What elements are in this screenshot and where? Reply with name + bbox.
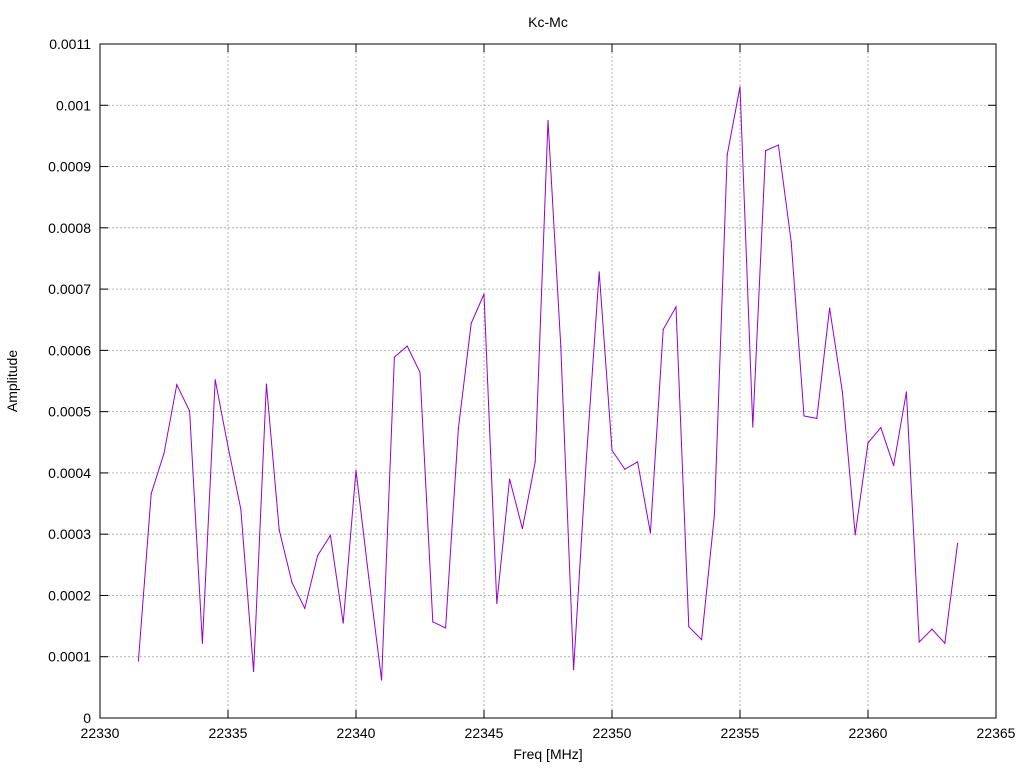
x-tick-label: 22360 bbox=[849, 725, 888, 741]
data-point bbox=[355, 469, 357, 472]
data-point bbox=[957, 542, 959, 544]
data-point bbox=[739, 86, 741, 88]
y-tick-label: 0.0001 bbox=[48, 649, 91, 665]
data-point bbox=[841, 391, 844, 393]
y-tick-label: 0 bbox=[83, 710, 91, 726]
data-point bbox=[214, 379, 216, 381]
x-tick-label: 22365 bbox=[977, 725, 1016, 741]
data-point bbox=[829, 307, 831, 309]
data-point bbox=[265, 383, 267, 385]
y-tick-label: 0.0004 bbox=[48, 465, 91, 481]
data-point bbox=[893, 464, 895, 467]
data-point bbox=[381, 679, 383, 681]
data-point bbox=[521, 528, 524, 530]
y-tick-label: 0.0002 bbox=[48, 587, 91, 603]
data-point bbox=[342, 622, 344, 624]
chart-title: Kc-Mc bbox=[528, 14, 568, 30]
y-tick-label: 0.0006 bbox=[48, 342, 91, 358]
data-point bbox=[637, 461, 639, 463]
x-tick-label: 22330 bbox=[81, 725, 120, 741]
data-point bbox=[137, 660, 139, 662]
data-point bbox=[573, 668, 575, 671]
data-point bbox=[944, 642, 946, 644]
data-point bbox=[406, 345, 408, 347]
data-point bbox=[329, 534, 331, 537]
data-point bbox=[496, 602, 498, 605]
x-axis-label: Freq [MHz] bbox=[513, 746, 582, 762]
data-point bbox=[240, 508, 242, 510]
data-point bbox=[278, 529, 280, 531]
y-tick-label: 0.0003 bbox=[48, 526, 91, 542]
data-point bbox=[867, 442, 869, 444]
y-tick-label: 0.001 bbox=[56, 97, 91, 113]
data-point bbox=[534, 461, 536, 463]
data-point bbox=[547, 119, 549, 122]
data-point bbox=[675, 306, 677, 308]
data-point bbox=[419, 371, 421, 374]
x-tick-label: 22355 bbox=[721, 725, 760, 741]
data-point bbox=[176, 384, 178, 386]
y-tick-label: 0.0008 bbox=[48, 220, 91, 236]
data-point bbox=[227, 445, 229, 448]
data-point bbox=[163, 452, 165, 454]
data-point bbox=[368, 577, 370, 579]
data-point bbox=[432, 621, 434, 623]
data-point bbox=[905, 391, 908, 393]
data-point bbox=[598, 271, 600, 273]
data-point bbox=[790, 241, 792, 243]
data-point bbox=[765, 150, 767, 152]
data-point bbox=[483, 293, 485, 295]
data-point bbox=[189, 410, 191, 412]
plot-background bbox=[0, 0, 1024, 768]
y-tick-label: 0.0009 bbox=[48, 159, 91, 175]
data-point bbox=[457, 427, 459, 429]
data-point bbox=[701, 638, 703, 641]
x-tick-label: 22340 bbox=[337, 725, 376, 741]
data-point bbox=[317, 555, 319, 557]
data-point bbox=[688, 626, 690, 628]
data-point bbox=[777, 144, 780, 146]
chart: 22330 22335 22340 22345 22350 22355 22360 22365… bbox=[0, 0, 1024, 768]
data-point bbox=[713, 514, 716, 516]
data-point bbox=[611, 449, 613, 451]
x-tick-label: 22335 bbox=[209, 725, 248, 741]
data-point bbox=[752, 426, 754, 428]
data-point bbox=[253, 670, 255, 673]
data-point bbox=[803, 415, 805, 417]
data-point bbox=[624, 468, 626, 470]
data-point bbox=[880, 426, 882, 429]
data-point bbox=[393, 356, 395, 358]
x-tick-label: 22345 bbox=[465, 725, 504, 741]
y-tick-label: 0.0007 bbox=[48, 281, 91, 297]
data-point bbox=[150, 493, 152, 495]
data-point bbox=[931, 628, 933, 630]
data-point bbox=[470, 322, 472, 324]
data-point bbox=[509, 478, 511, 480]
data-point bbox=[291, 581, 293, 584]
data-point bbox=[649, 532, 652, 534]
data-point bbox=[816, 417, 818, 419]
x-tick-label: 22350 bbox=[593, 725, 632, 741]
data-point bbox=[304, 607, 306, 609]
data-point bbox=[585, 457, 588, 459]
y-axis-label: Amplitude bbox=[4, 350, 20, 412]
data-point bbox=[445, 627, 447, 629]
data-point bbox=[662, 328, 664, 331]
data-point bbox=[201, 642, 203, 644]
data-point bbox=[726, 154, 728, 156]
data-point bbox=[854, 534, 856, 536]
data-point bbox=[560, 346, 562, 348]
y-tick-label: 0.0011 bbox=[49, 36, 91, 52]
data-point bbox=[918, 641, 920, 643]
y-tick-label: 0.0005 bbox=[48, 404, 91, 420]
